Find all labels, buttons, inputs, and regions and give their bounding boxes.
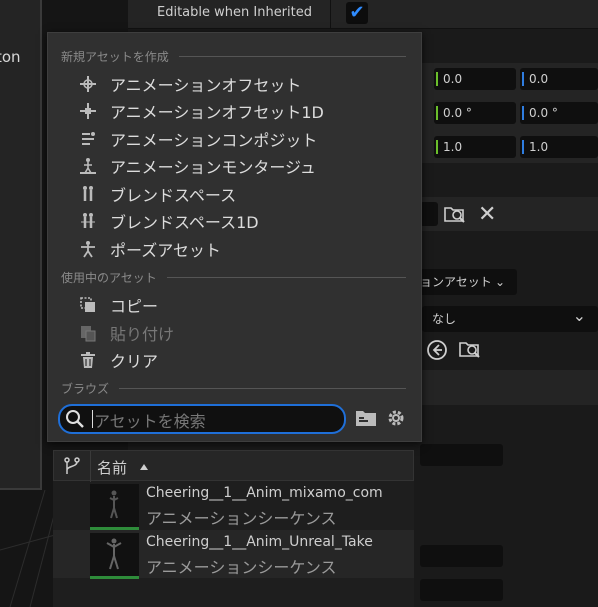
- viewport-grid: [0, 490, 59, 607]
- none-dropdown-value: なし: [432, 312, 457, 326]
- folder-icon[interactable]: [354, 406, 378, 430]
- animation-mode-dropdown[interactable]: ョンアセット ⌄: [420, 269, 517, 295]
- column-divider: [330, 0, 331, 28]
- pose-icon: [78, 240, 98, 258]
- none-dropdown[interactable]: なし ⌄: [422, 306, 598, 332]
- section-title: 使用中のアセット: [61, 270, 157, 285]
- menu-item-label: クリア: [110, 352, 159, 371]
- location-z-field[interactable]: 0.0: [520, 68, 598, 90]
- scale-z-field[interactable]: 1.0: [520, 136, 598, 158]
- trash-icon: [78, 351, 98, 369]
- viewport-label: ton: [0, 48, 21, 66]
- search-placeholder: アセットを検索: [94, 412, 206, 431]
- menu-item-label: 貼り付け: [110, 325, 175, 344]
- editable-when-inherited-label: Editable when Inherited: [157, 5, 312, 20]
- copy-icon: [78, 296, 98, 314]
- text-caret: [92, 410, 93, 428]
- location-y-field[interactable]: 0.0: [434, 68, 516, 90]
- aim-offset-icon: [78, 75, 98, 93]
- menu-item-clear[interactable]: クリア: [78, 347, 158, 373]
- rotation-z-field[interactable]: 0.0 °: [520, 102, 598, 124]
- menu-item-label: ポーズアセット: [110, 241, 221, 260]
- menu-item-label: アニメーションモンタージュ: [110, 158, 316, 177]
- menu-item-pose-asset[interactable]: ポーズアセット: [78, 236, 221, 262]
- browse-asset-icon[interactable]: [459, 339, 481, 364]
- divider: [178, 55, 406, 57]
- source-control-icon[interactable]: [63, 457, 81, 479]
- menu-item-blendspace-1d[interactable]: ブレンドスペース1D: [78, 208, 259, 234]
- asset-row[interactable]: Cheering__1__Anim_mixamo_com アニメーションシーケン…: [53, 481, 414, 530]
- scale-y-field[interactable]: 1.0: [434, 136, 516, 158]
- search-icon: [65, 409, 85, 433]
- gear-icon[interactable]: [384, 406, 408, 430]
- create-asset-section-header: 新規アセットを作成: [61, 49, 406, 64]
- asset-picker-field[interactable]: [420, 202, 438, 226]
- property-input[interactable]: [420, 444, 503, 466]
- asset-name: Cheering__1__Anim_Unreal_Take: [146, 534, 373, 550]
- animation-thumbnail: [90, 484, 139, 530]
- menu-item-label: アニメーションコンポジット: [110, 131, 318, 150]
- aim-offset-1d-icon: [78, 102, 98, 120]
- browse-section-header: ブラウズ: [61, 381, 406, 396]
- paste-icon: [78, 324, 98, 342]
- animation-mode-value: ョンアセット: [420, 275, 492, 289]
- editable-when-inherited-row: Editable when Inherited ✔: [128, 0, 598, 29]
- current-asset-section-header: 使用中のアセット: [61, 270, 406, 285]
- chevron-down-icon: ⌄: [494, 275, 505, 289]
- menu-item-aim-offset[interactable]: アニメーションオフセット: [78, 71, 301, 97]
- divider: [166, 276, 406, 278]
- asset-type: アニメーションシーケンス: [146, 558, 337, 577]
- property-row: [420, 370, 598, 405]
- use-selected-icon[interactable]: [426, 339, 448, 366]
- menu-item-label: コピー: [110, 297, 159, 316]
- menu-item-label: ブレンドスペース: [110, 186, 237, 205]
- menu-item-label: アニメーションオフセット: [110, 76, 302, 95]
- menu-item-copy[interactable]: コピー: [78, 292, 158, 318]
- section-title: ブラウズ: [61, 381, 110, 396]
- menu-item-label: アニメーションオフセット1D: [110, 103, 324, 122]
- composite-icon: [78, 130, 98, 148]
- sort-ascending-icon: [140, 464, 148, 470]
- asset-list-header: 名前: [53, 450, 414, 482]
- chevron-down-icon: ⌄: [572, 306, 586, 325]
- menu-item-label: ブレンドスペース1D: [110, 213, 259, 232]
- section-title: 新規アセットを作成: [61, 49, 169, 64]
- column-divider: [90, 451, 91, 482]
- menu-item-montage[interactable]: アニメーションモンタージュ: [78, 153, 316, 179]
- asset-name: Cheering__1__Anim_mixamo_com: [146, 485, 383, 501]
- asset-picker-menu: 新規アセットを作成 アニメーションオフセット アニメーションオフセット1D アニ…: [47, 32, 422, 442]
- menu-item-paste[interactable]: 貼り付け: [78, 320, 174, 346]
- rotation-y-field[interactable]: 0.0 °: [434, 102, 516, 124]
- montage-icon: [78, 157, 98, 175]
- menu-item-aim-offset-1d[interactable]: アニメーションオフセット1D: [78, 98, 324, 124]
- blendspace-1d-icon: [78, 212, 98, 230]
- blendspace-icon: [78, 185, 98, 203]
- editable-when-inherited-checkbox[interactable]: ✔: [346, 2, 368, 24]
- property-input[interactable]: [420, 545, 503, 567]
- menu-item-blendspace[interactable]: ブレンドスペース: [78, 181, 236, 207]
- property-input[interactable]: [420, 579, 503, 601]
- asset-row[interactable]: Cheering__1__Anim_Unreal_Take アニメーションシーケ…: [53, 530, 414, 579]
- asset-search-input[interactable]: アセットを検索: [58, 404, 346, 434]
- animation-thumbnail: [90, 533, 139, 579]
- name-column-header[interactable]: 名前: [97, 457, 127, 478]
- clear-asset-icon[interactable]: ✕: [478, 202, 496, 227]
- viewport-panel: ton: [0, 0, 42, 490]
- divider: [119, 387, 406, 389]
- menu-item-composite[interactable]: アニメーションコンポジット: [78, 126, 317, 152]
- browse-asset-icon[interactable]: [444, 204, 466, 229]
- asset-list: 名前 Cheering__1__Anim_mixamo_com アニメーションシ…: [53, 450, 414, 607]
- asset-type: アニメーションシーケンス: [146, 509, 337, 528]
